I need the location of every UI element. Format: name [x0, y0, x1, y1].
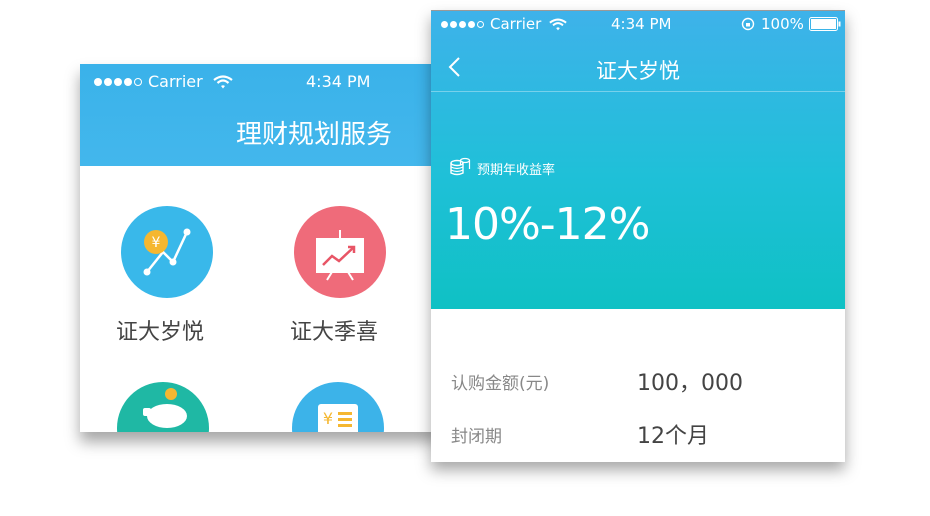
tile-piggy-icon[interactable] [117, 382, 209, 432]
signal-icon [441, 20, 484, 28]
detail-value-amount: 100，000 [637, 371, 743, 396]
rotation-lock-icon [741, 17, 755, 31]
coins-stack-icon [450, 157, 471, 176]
front-page-title: 证大岁悦 [596, 59, 680, 83]
tile-label-suiyue[interactable]: 证大岁悦 [116, 314, 204, 346]
header-divider [431, 91, 845, 92]
back-status-time: 4:34 PM [306, 72, 371, 91]
front-status-bar: Carrier [441, 15, 568, 33]
carrier-label: Carrier [148, 72, 203, 91]
battery-icon [808, 17, 841, 31]
front-status-right: 100% [741, 15, 841, 33]
rate-hero: Carrier 4:34 PM 100% 证大岁悦 预期年收益率 10%-12% [431, 11, 845, 309]
chart-line-yen-icon: ¥ [143, 228, 191, 276]
rate-value: 10%-12% [445, 199, 650, 250]
battery-percent: 100% [761, 15, 804, 33]
detail-label-period: 封闭期 [451, 427, 502, 447]
carrier-label: Carrier [490, 15, 542, 33]
svg-text:¥: ¥ [323, 409, 333, 428]
rate-label: 预期年收益率 [477, 163, 556, 178]
tile-suiyue-icon[interactable]: ¥ [121, 206, 213, 298]
detail-value-period: 12个月 [637, 424, 709, 449]
tile-yen-doc-icon[interactable]: ¥ [292, 382, 384, 432]
back-phone-screen: Carrier 4:34 PM 理财规划服务 ¥ 证大岁悦 证大季喜 ¥ [80, 64, 440, 432]
back-status-bar: Carrier [94, 72, 233, 91]
svg-text:¥: ¥ [152, 235, 161, 251]
wifi-icon [549, 18, 568, 30]
front-phone-screen: Carrier 4:34 PM 100% 证大岁悦 预期年收益率 10%-12%… [431, 10, 845, 462]
detail-label-amount: 认购金额(元) [451, 374, 550, 394]
tile-jixi-icon[interactable] [294, 206, 386, 298]
piggy-bank-icon [143, 388, 187, 428]
yen-document-icon: ¥ [318, 404, 358, 432]
signal-icon [94, 77, 142, 86]
wifi-icon [213, 74, 233, 88]
back-header: Carrier 4:34 PM 理财规划服务 [80, 64, 440, 166]
front-status-time: 4:34 PM [611, 15, 672, 33]
back-page-title: 理财规划服务 [236, 120, 393, 150]
app-showcase: Carrier 4:34 PM 理财规划服务 ¥ 证大岁悦 证大季喜 ¥ Car… [0, 0, 930, 516]
tile-label-jixi[interactable]: 证大季喜 [290, 314, 378, 346]
presentation-board-icon [316, 230, 364, 281]
